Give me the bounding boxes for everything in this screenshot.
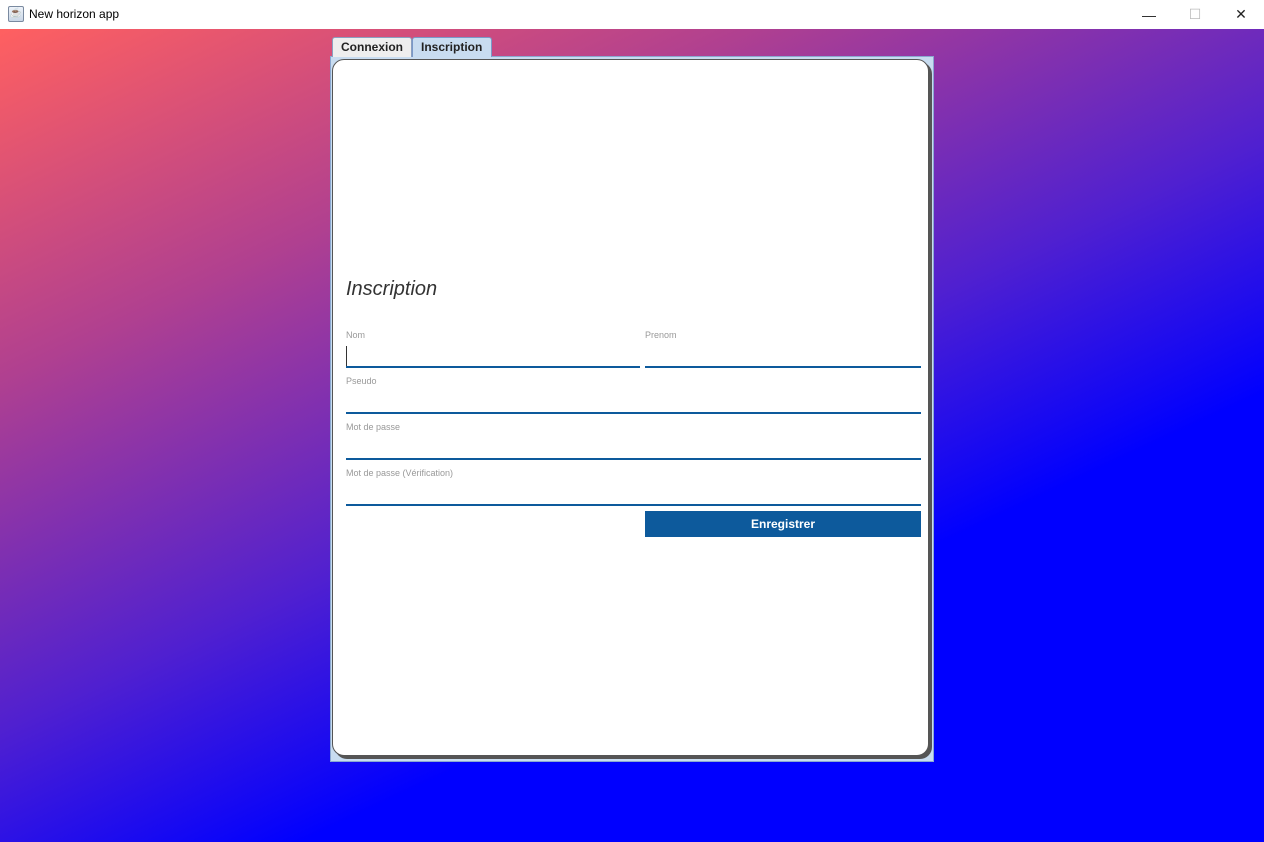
window-title: New horizon app [29, 7, 120, 21]
nom-input[interactable] [346, 346, 640, 368]
minimize-button[interactable]: — [1126, 0, 1172, 29]
title-bar: ☕ New horizon app — ☐ ✕ [0, 0, 1264, 29]
prenom-label: Prenom [645, 330, 677, 340]
enregistrer-button[interactable]: Enregistrer [645, 511, 921, 537]
close-button[interactable]: ✕ [1218, 0, 1264, 29]
tab-connexion[interactable]: Connexion [332, 37, 412, 57]
password-confirm-input[interactable] [346, 484, 921, 506]
form-heading: Inscription [346, 278, 438, 300]
java-app-icon: ☕ [8, 6, 24, 22]
password-input[interactable] [346, 438, 921, 460]
pseudo-label: Pseudo [346, 376, 377, 386]
pseudo-input[interactable] [346, 392, 921, 414]
nom-label: Nom [346, 330, 366, 340]
password-label: Mot de passe [346, 422, 401, 432]
password-confirm-label: Mot de passe (Vérification) [346, 468, 454, 478]
tab-inscription[interactable]: Inscription [412, 37, 492, 57]
maximize-button[interactable]: ☐ [1172, 0, 1218, 29]
prenom-input[interactable] [645, 346, 921, 368]
text-caret [346, 346, 347, 366]
